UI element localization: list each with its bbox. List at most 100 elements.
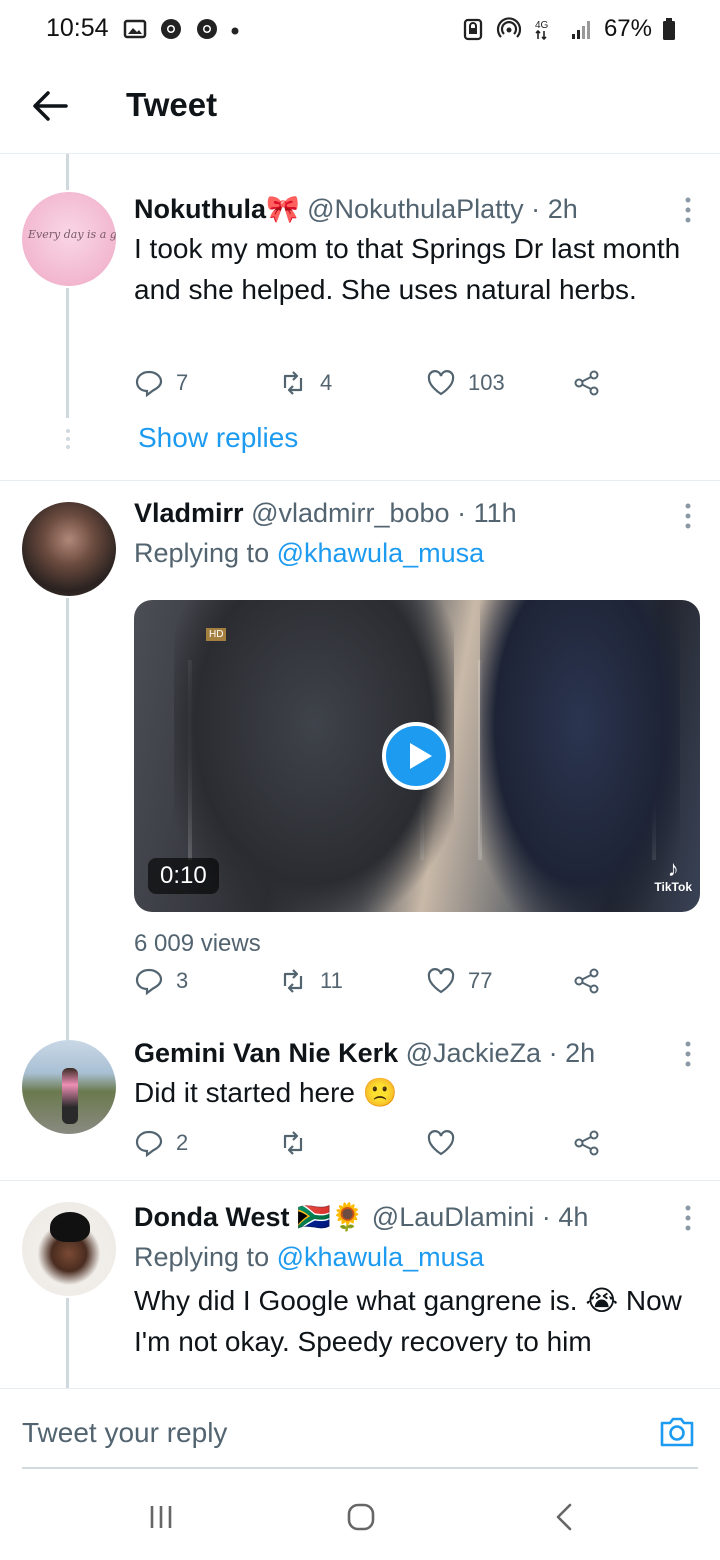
dot-icon: [231, 27, 239, 35]
more-options-icon[interactable]: [684, 1204, 692, 1232]
chrome-icon-2: [197, 19, 217, 39]
tweet-nokuthula[interactable]: Every day is a gift Nokuthula🎀 @Nokuthul…: [0, 154, 720, 480]
back-nav-icon[interactable]: [550, 1502, 580, 1532]
tiktok-label: TikTok: [654, 880, 692, 894]
tweet-text: Why did I Google what gangrene is. 😭 Now…: [134, 1285, 682, 1357]
heart-icon: [427, 370, 455, 396]
like-button[interactable]: 77: [426, 966, 492, 996]
back-arrow-icon[interactable]: [30, 86, 70, 126]
play-button[interactable]: [382, 722, 450, 790]
tweet-content: Vladmirr @vladmirr_bobo · 11h Replying t…: [134, 496, 694, 572]
more-options-icon[interactable]: [684, 502, 692, 530]
heart-icon: [427, 1130, 455, 1156]
reply-input[interactable]: Tweet your reply: [22, 1417, 227, 1449]
display-name[interactable]: Nokuthula: [134, 194, 266, 224]
handle[interactable]: @LauDlamini: [372, 1202, 534, 1232]
reply-button[interactable]: 7: [134, 368, 188, 398]
mention-link[interactable]: @khawula_musa: [277, 1242, 485, 1272]
timestamp: 4h: [558, 1202, 589, 1232]
dot-separator: ·: [541, 1202, 551, 1232]
avatar[interactable]: [22, 1202, 116, 1296]
thread-line: [66, 598, 69, 1038]
replying-to: Replying to @khawula_musa: [134, 534, 694, 572]
lock-battery-icon: [463, 18, 483, 41]
thread-line-top: [66, 154, 69, 190]
reply-icon: [135, 1130, 163, 1158]
retweet-button[interactable]: 11: [278, 966, 343, 996]
tweet-content: Donda West 🇿🇦🌻 @LauDlamini · 4h Replying…: [134, 1200, 694, 1362]
status-bar: 10:54 4G 67%: [0, 0, 720, 60]
retweet-button[interactable]: [278, 1128, 308, 1158]
share-button[interactable]: [572, 966, 602, 996]
replying-prefix: Replying to: [134, 1242, 270, 1272]
gallery-icon: [123, 19, 147, 39]
system-icons: 4G 67%: [460, 15, 676, 43]
replying-prefix: Replying to: [134, 538, 270, 568]
tweet-header: Nokuthula🎀 @NokuthulaPlatty · 2h: [134, 192, 694, 226]
tweet-content: Nokuthula🎀 @NokuthulaPlatty · 2h I took …: [134, 192, 694, 310]
avatar[interactable]: Every day is a gift: [22, 192, 116, 286]
recent-apps-icon[interactable]: [146, 1502, 176, 1532]
handle[interactable]: @NokuthulaPlatty: [307, 194, 524, 224]
avatar[interactable]: [22, 502, 116, 596]
signal-icon: [571, 21, 590, 39]
battery-percent: 67%: [603, 15, 652, 42]
system-nav-bar: [0, 1470, 720, 1560]
tweet-header: Gemini Van Nie Kerk @JackieZa · 2h: [134, 1036, 694, 1070]
timestamp: 2h: [547, 194, 578, 224]
reply-count: 7: [176, 370, 189, 395]
tweet-text: Did it started here 🙁: [134, 1077, 398, 1108]
reply-input-underline: [22, 1467, 698, 1469]
avatar[interactable]: [22, 1040, 116, 1134]
handle[interactable]: @JackieZa: [406, 1038, 541, 1068]
video-duration: 0:10: [148, 858, 219, 894]
like-button[interactable]: 103: [426, 368, 505, 398]
share-button[interactable]: [572, 368, 602, 398]
tweet-content: Gemini Van Nie Kerk @JackieZa · 2h Did i…: [134, 1036, 694, 1113]
camera-icon[interactable]: [658, 1415, 696, 1449]
network-4g-icon: 4G: [535, 20, 549, 41]
show-replies-link[interactable]: Show replies: [138, 422, 298, 454]
like-button[interactable]: [426, 1128, 456, 1158]
dot-separator: ·: [548, 1038, 558, 1068]
mention-link[interactable]: @khawula_musa: [277, 538, 485, 568]
share-button[interactable]: [572, 1128, 602, 1158]
tweet-actions: 2: [134, 1128, 614, 1162]
retweet-button[interactable]: 4: [278, 368, 332, 398]
share-icon: [574, 1130, 599, 1156]
retweet-icon: [283, 1131, 303, 1155]
divider: [0, 1180, 720, 1181]
share-icon: [574, 370, 599, 396]
reply-button[interactable]: 3: [134, 966, 188, 996]
handle[interactable]: @vladmirr_bobo: [251, 498, 450, 528]
retweet-count: 11: [320, 968, 343, 993]
tweet-header: Vladmirr @vladmirr_bobo · 11h: [134, 496, 694, 530]
top-app-bar: Tweet: [0, 60, 720, 154]
home-icon[interactable]: [346, 1502, 376, 1532]
display-name[interactable]: Gemini Van Nie Kerk: [134, 1038, 398, 1068]
tweet-vladmirr[interactable]: Vladmirr @vladmirr_bobo · 11h Replying t…: [0, 490, 720, 1038]
reply-count: 3: [176, 968, 189, 993]
tweet-actions: 3 11 77: [134, 966, 614, 1000]
retweet-icon: [283, 969, 303, 993]
more-options-icon[interactable]: [684, 196, 692, 224]
reply-count: 2: [176, 1130, 189, 1155]
tweet-text: I took my mom to that Springs Dr last mo…: [134, 233, 681, 305]
tiktok-icon: ♪: [667, 856, 679, 881]
reply-button[interactable]: 2: [134, 1128, 188, 1158]
heart-icon: [427, 968, 455, 994]
display-name[interactable]: Donda West: [134, 1202, 290, 1232]
video-player[interactable]: HD 0:10 ♪ TikTok: [134, 600, 700, 912]
reply-icon: [135, 370, 163, 398]
name-emoji: 🇿🇦🌻: [297, 1202, 365, 1232]
svg-text:4G: 4G: [535, 20, 549, 31]
more-options-icon[interactable]: [684, 1040, 692, 1068]
hotspot-icon: [496, 17, 522, 38]
tweet-gemini[interactable]: Gemini Van Nie Kerk @JackieZa · 2h Did i…: [0, 1032, 720, 1178]
thread-line: [66, 288, 69, 418]
status-time: 10:54: [46, 14, 109, 42]
tweet-donda-west[interactable]: Donda West 🇿🇦🌻 @LauDlamini · 4h Replying…: [0, 1190, 720, 1388]
timestamp: 2h: [565, 1038, 596, 1068]
display-name[interactable]: Vladmirr: [134, 498, 244, 528]
reply-icon: [135, 968, 163, 996]
